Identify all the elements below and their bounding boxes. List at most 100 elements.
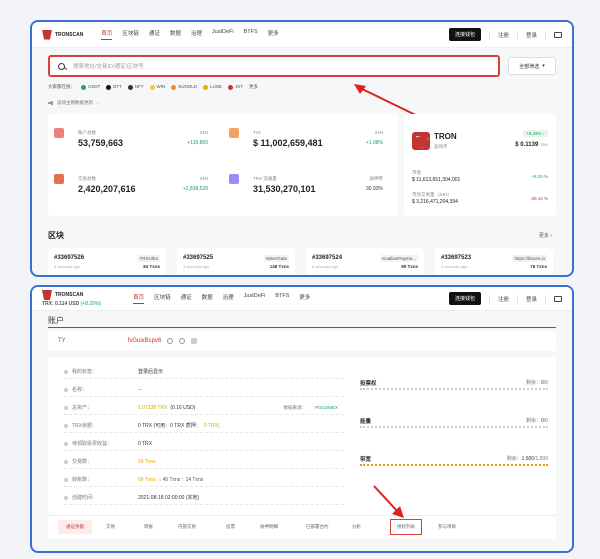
resource-remaining: 剩余：1,500/1,500	[507, 455, 548, 462]
stat-icon	[54, 128, 64, 138]
stat-value: 31,530,270,101	[253, 184, 316, 194]
stat-1[interactable]: TVL $ 11,002,659,481 24H +1.98%	[223, 120, 393, 165]
token-price: $ 0.1139 TRX	[515, 142, 548, 148]
nav-item-3[interactable]: 数据	[170, 29, 181, 40]
blocks-more-link[interactable]: 更多 ›	[539, 232, 552, 239]
nav-item-6[interactable]: BTFS	[244, 29, 258, 40]
stat-0[interactable]: 账户总数 53,759,663 24H +116,860	[48, 120, 218, 165]
hot-search-more[interactable]: 更多	[249, 84, 258, 90]
nav-item-5[interactable]: JustDeFi	[244, 293, 266, 304]
tab-6[interactable]: 已部署合约	[306, 524, 329, 530]
theme-toggle-icon[interactable]	[554, 295, 562, 302]
nav-item-0[interactable]: 首页	[133, 293, 145, 304]
block-card[interactable]: #336975253 seconds agoMinerGate148 Txns奖…	[177, 248, 295, 275]
block-card[interactable]: #33697523 9 seconds ago https://bloom.io 76…	[435, 248, 553, 275]
tab-8[interactable]: 授权列表	[390, 519, 422, 535]
nav-item-1[interactable]: 区块链	[154, 293, 171, 304]
resource-remaining: 剩余：0/0	[526, 379, 548, 386]
tab-0[interactable]: 通证余额	[58, 520, 92, 534]
resource-0: 投票权 剩余：0/0	[360, 379, 548, 390]
register-link[interactable]: 注册	[498, 31, 509, 39]
stat-period: 24H	[199, 130, 208, 135]
login-link[interactable]: 登录	[526, 295, 537, 303]
nav-item-2[interactable]: 通证	[181, 293, 192, 304]
field-label: 转账数：	[72, 477, 93, 483]
nav-item-6[interactable]: BTFS	[275, 293, 289, 304]
market-cap-row: 市值 $ 11,613,651,304,001 +8.29 %	[412, 170, 548, 183]
connect-wallet-button[interactable]: 连接钱包	[448, 28, 481, 41]
brand-logo[interactable]: TRONSCAN TRX: 0.114 USD (+8.29%)	[42, 290, 115, 307]
tag-icon[interactable]	[191, 338, 198, 344]
field-label: 我的标签：	[72, 369, 98, 375]
tab-7[interactable]: 分析	[352, 524, 361, 530]
nav-item-4[interactable]: 治理	[191, 29, 202, 40]
stat-value: 2,420,207,616	[78, 184, 136, 194]
block-producer[interactable]: https://bloom.io	[512, 255, 547, 262]
stat-3[interactable]: TRX 流通量 31,530,270,101 质押率 30.93%	[223, 166, 393, 211]
nav-item-0[interactable]: 首页	[101, 29, 113, 40]
stat-icon	[229, 128, 239, 138]
block-number: #33697523	[441, 255, 472, 261]
block-producer[interactable]: KuailianPayme...	[380, 255, 418, 262]
hot-search-label: USDT	[88, 84, 101, 90]
nav-item-1[interactable]: 区块链	[122, 29, 139, 40]
tab-3[interactable]: 内部交易	[178, 524, 196, 530]
nav-item-3[interactable]: 数据	[202, 293, 213, 304]
hot-search-item[interactable]: LUNE	[203, 84, 222, 90]
connect-wallet-button[interactable]: 连接钱包	[448, 292, 481, 305]
field-extra: (0.16 USD)	[170, 404, 196, 411]
nav-item-2[interactable]: 通证	[149, 29, 160, 40]
block-producer[interactable]: MinerGate	[263, 255, 289, 262]
hot-search-item[interactable]: JST	[228, 84, 243, 90]
tron-price-card[interactable]: TRON 波场币 +8.29% ↑ $ 0.1139 TRX 市值 $ 11,6…	[404, 114, 556, 216]
stat-icon	[229, 174, 239, 184]
tab-2[interactable]: 转账	[144, 524, 153, 530]
title-underline	[48, 327, 556, 328]
hot-search-item[interactable]: SUNOLD	[171, 84, 197, 90]
stat-label: 账户总数	[78, 130, 96, 135]
nav-item-4[interactable]: 治理	[223, 293, 234, 304]
resource-bar	[360, 426, 548, 429]
nav-actions: 连接钱包 注册 登录	[448, 292, 562, 305]
qrcode-icon[interactable]	[179, 338, 186, 344]
resource-bar	[360, 388, 548, 391]
chevron-down-icon: ▾	[542, 63, 545, 69]
trx-price-ticker: TRX: 0.114 USD (+8.29%)	[42, 301, 102, 307]
field-icon	[64, 495, 68, 500]
data-source-value[interactable]: POLONIEX	[315, 405, 338, 410]
tab-9[interactable]: 参与项目	[438, 524, 456, 530]
stat-icon	[54, 174, 64, 184]
tab-5[interactable]: 质押明细	[260, 524, 278, 530]
brand-logo[interactable]: TRONSCAN	[42, 29, 83, 40]
hot-search-item[interactable]: NFT	[127, 84, 144, 90]
account-field-row: 待领取投票收益： 0 TRX	[64, 437, 344, 451]
block-card[interactable]: #33697524 6 seconds ago KuailianPayme... 99…	[306, 248, 424, 275]
block-producer[interactable]: TRXUltra	[137, 255, 160, 262]
copy-icon[interactable]	[167, 338, 174, 344]
tab-1[interactable]: 交易	[106, 524, 115, 530]
register-link[interactable]: 注册	[498, 295, 509, 303]
nav-item-7[interactable]: 更多	[268, 29, 279, 40]
block-card[interactable]: #336975260 seconds agoTRXUltra84 Txns奖励 …	[48, 248, 166, 275]
hot-search-item[interactable]: BTT	[106, 84, 122, 90]
token-subtitle: 波场币	[434, 144, 448, 149]
tron-logo-icon	[42, 29, 52, 40]
hot-search-item[interactable]: WIN	[149, 84, 165, 90]
theme-toggle-icon[interactable]	[554, 31, 562, 38]
field-value: 2021-08-18 02:00:00 (本地)	[138, 495, 200, 501]
tab-4[interactable]: 投票	[226, 524, 235, 530]
notice-banner[interactable]: 波场主网数据更新 ›	[48, 100, 99, 106]
block-txns: 148 Txns	[269, 264, 289, 269]
nav-item-7[interactable]: 更多	[299, 293, 310, 304]
remaining-label: 剩余：	[526, 418, 542, 424]
search-filter-dropdown[interactable]: 全部筛选 ▾	[508, 57, 556, 75]
login-link[interactable]: 登录	[526, 31, 537, 39]
field-extra: ↓ 45 Txns ↑ 14 Txns	[158, 476, 204, 483]
nav-item-5[interactable]: JustDeFi	[212, 29, 234, 40]
search-input[interactable]: 搜索地址/交易ID/通证/区块号	[48, 55, 500, 77]
hot-search-item[interactable]: USDT	[81, 84, 101, 90]
resource-remaining: 剩余：0/0	[526, 417, 548, 424]
token-icon	[127, 84, 133, 90]
stat-2[interactable]: 交易总数 2,420,207,616 24H +2,838,528	[48, 166, 218, 211]
hot-search-label: BTT	[113, 84, 122, 90]
